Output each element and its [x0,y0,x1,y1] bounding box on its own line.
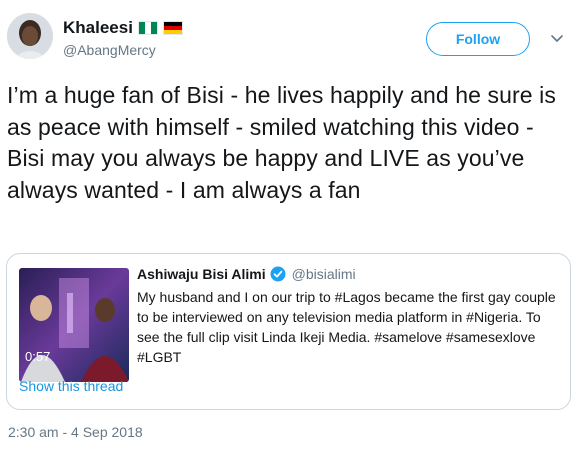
nigeria-flag-icon [137,21,158,35]
quoted-author-name[interactable]: Ashiwaju Bisi Alimi [137,266,266,282]
author-handle[interactable]: @AbangMercy [63,42,156,58]
avatar[interactable] [7,13,53,59]
quoted-tweet[interactable]: 0:57 Ashiwaju Bisi Alimi @bisialimi My h… [6,253,571,410]
quoted-author-row: Ashiwaju Bisi Alimi @bisialimi [137,266,356,282]
video-duration: 0:57 [25,349,51,364]
quoted-author-handle[interactable]: @bisialimi [292,266,356,282]
show-thread-link[interactable]: Show this thread [19,378,123,394]
chevron-down-icon[interactable] [549,30,565,46]
video-thumbnail[interactable] [19,268,129,382]
quoted-tweet-text: My husband and I on our trip to #Lagos b… [137,289,556,365]
follow-button[interactable]: Follow [426,22,530,56]
author-name-row: Khaleesi [63,18,183,38]
tweet-timestamp[interactable]: 2:30 am - 4 Sep 2018 [8,424,143,440]
germany-flag-icon [162,21,183,35]
author-display-name[interactable]: Khaleesi [63,18,133,38]
verified-badge-icon [270,266,286,282]
tweet-text: I’m a huge fan of Bisi - he lives happil… [7,82,556,203]
